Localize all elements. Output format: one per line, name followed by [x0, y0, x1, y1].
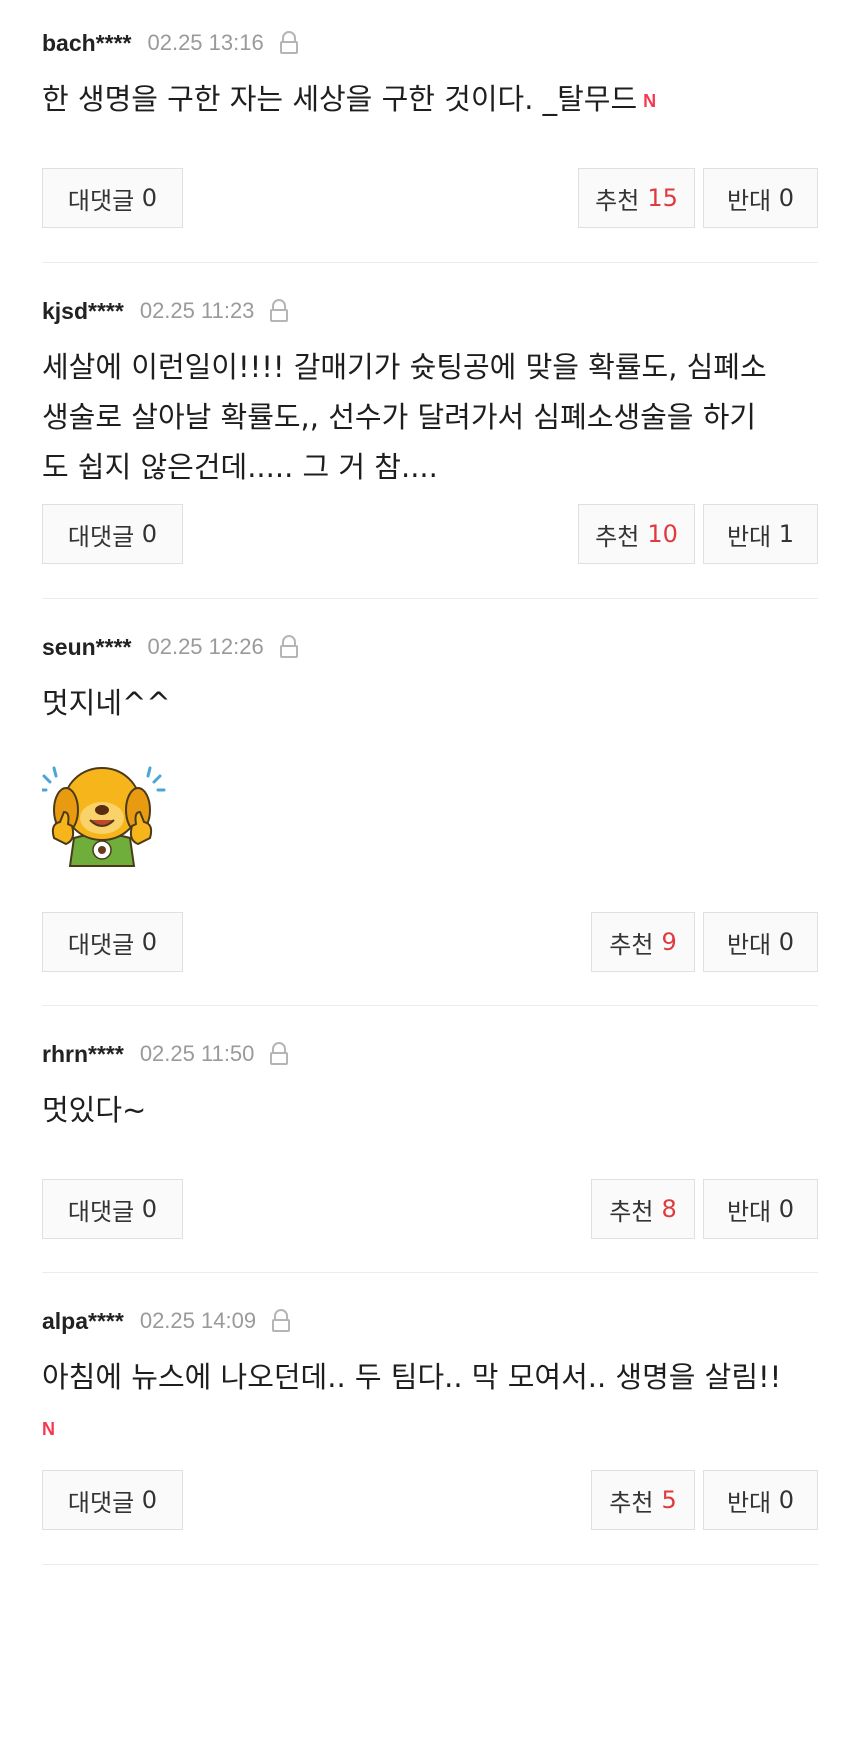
- comment-item: alpa**** 02.25 14:09 아침에 뉴스에 나오던데.. 두 팀다…: [42, 1304, 818, 1454]
- reply-label: 대댓글: [67, 186, 135, 215]
- lock-icon: [270, 1042, 289, 1065]
- recommend-count: 8: [661, 1195, 677, 1223]
- comment-actions: 대댓글 0 추천 8 반대 0: [42, 1179, 818, 1239]
- against-button[interactable]: 반대 0: [703, 1470, 818, 1530]
- comment-item: seun**** 02.25 12:26 멋지네^^: [42, 630, 818, 728]
- comment-username[interactable]: kjsd****: [42, 298, 124, 325]
- against-label: 반대: [726, 1488, 772, 1517]
- comment-item: rhrn**** 02.25 11:50 멋있다~: [42, 1037, 818, 1135]
- recommend-label: 추천: [595, 186, 640, 215]
- comment-date: 02.25 13:16: [147, 30, 264, 55]
- recommend-label: 추천: [609, 1197, 654, 1226]
- lock-icon: [279, 31, 298, 54]
- against-count: 0: [778, 184, 795, 212]
- reply-button[interactable]: 대댓글 0: [42, 168, 183, 228]
- against-count: 1: [778, 520, 795, 548]
- recommend-count: 15: [647, 184, 678, 212]
- reply-label: 대댓글: [67, 1488, 135, 1517]
- comment-actions: 대댓글 0 추천 5 반대 0: [42, 1470, 818, 1530]
- against-count: 0: [778, 1195, 795, 1223]
- reply-button[interactable]: 대댓글 0: [42, 1179, 183, 1239]
- reply-label: 대댓글: [67, 930, 135, 959]
- comment-meta: alpa**** 02.25 14:09: [42, 1304, 818, 1338]
- comment-date: 02.25 12:26: [147, 634, 264, 659]
- against-button[interactable]: 반대 0: [703, 168, 818, 228]
- new-badge: N: [42, 1419, 55, 1439]
- against-button[interactable]: 반대 0: [703, 1179, 818, 1239]
- comment-meta: rhrn**** 02.25 11:50: [42, 1037, 818, 1071]
- reply-button[interactable]: 대댓글 0: [42, 912, 183, 972]
- recommend-button[interactable]: 추천 8: [591, 1179, 695, 1239]
- divider: [42, 1564, 818, 1565]
- lock-icon: [272, 1309, 291, 1332]
- against-button[interactable]: 반대 1: [703, 504, 818, 564]
- reply-button[interactable]: 대댓글 0: [42, 504, 183, 564]
- recommend-button[interactable]: 추천 15: [578, 168, 695, 228]
- recommend-label: 추천: [609, 1488, 654, 1517]
- divider: [42, 262, 818, 263]
- reply-count: 0: [141, 1195, 158, 1223]
- comment-username[interactable]: bach****: [42, 30, 131, 57]
- comment-actions: 대댓글 0 추천 10 반대 1: [42, 504, 818, 564]
- comment-item: bach**** 02.25 13:16 한 생명을 구한 자는 세상을 구한 …: [42, 26, 818, 126]
- comment-date: 02.25 14:09: [139, 1308, 257, 1333]
- comment-text: 세살에 이런일이!!!! 갈매기가 슛팅공에 맞을 확률도, 심폐소 생술로 살…: [42, 350, 767, 484]
- reply-count: 0: [141, 520, 158, 548]
- comment-meta: bach**** 02.25 13:16: [42, 26, 818, 60]
- comment-body: 아침에 뉴스에 나오던데.. 두 팀다.. 막 모여서.. 생명을 살림!!: [42, 1360, 782, 1394]
- comment-text: 아침에 뉴스에 나오던데.. 두 팀다.. 막 모여서.. 생명을 살림!! N: [42, 1352, 818, 1454]
- comment-item: kjsd**** 02.25 11:23 세살에 이런일이!!!! 갈매기가 슛…: [42, 294, 818, 492]
- comment-username[interactable]: seun****: [42, 634, 131, 661]
- recommend-count: 10: [647, 520, 678, 548]
- comment-username[interactable]: alpa****: [42, 1308, 124, 1335]
- reply-count: 0: [141, 1486, 158, 1514]
- against-count: 0: [778, 1486, 795, 1514]
- recommend-label: 추천: [595, 522, 640, 551]
- recommend-count: 9: [661, 928, 677, 956]
- against-label: 반대: [726, 930, 772, 959]
- against-button[interactable]: 반대 0: [703, 912, 818, 972]
- comment-meta: seun**** 02.25 12:26: [42, 630, 818, 664]
- comment-list: bach**** 02.25 13:16 한 생명을 구한 자는 세상을 구한 …: [0, 0, 850, 1741]
- new-badge: N: [643, 91, 657, 111]
- against-count: 0: [778, 928, 795, 956]
- recommend-label: 추천: [609, 930, 654, 959]
- comment-text: 한 생명을 구한 자는 세상을 구한 것이다. _탈무드 N: [42, 74, 818, 126]
- comment-body: 한 생명을 구한 자는 세상을 구한 것이다. _탈무드: [42, 82, 638, 116]
- reply-label: 대댓글: [67, 1197, 135, 1226]
- comment-date: 02.25 11:50: [139, 1041, 255, 1066]
- lock-icon: [270, 299, 289, 322]
- comment-actions: 대댓글 0 추천 15 반대 0: [42, 168, 818, 228]
- comment-meta: kjsd**** 02.25 11:23: [42, 294, 818, 328]
- comment-text: 멋있다~: [42, 1093, 147, 1127]
- divider: [42, 1272, 818, 1273]
- recommend-button[interactable]: 추천 10: [578, 504, 695, 564]
- divider: [42, 598, 818, 599]
- lock-icon: [279, 635, 298, 658]
- comment-date: 02.25 11:23: [139, 298, 255, 323]
- against-label: 반대: [726, 522, 772, 551]
- divider: [42, 1005, 818, 1006]
- comment-text: 멋지네^^: [42, 686, 171, 720]
- reply-button[interactable]: 대댓글 0: [42, 1470, 183, 1530]
- recommend-count: 5: [661, 1486, 677, 1514]
- recommend-button[interactable]: 추천 5: [591, 1470, 695, 1530]
- reply-count: 0: [141, 928, 158, 956]
- reply-label: 대댓글: [67, 522, 135, 551]
- comment-username[interactable]: rhrn****: [42, 1041, 124, 1068]
- thumbs-up-dog-sticker: [42, 766, 166, 867]
- recommend-button[interactable]: 추천 9: [591, 912, 695, 972]
- reply-count: 0: [141, 184, 158, 212]
- comment-actions: 대댓글 0 추천 9 반대 0: [42, 912, 818, 972]
- against-label: 반대: [726, 1197, 772, 1226]
- against-label: 반대: [726, 186, 772, 215]
